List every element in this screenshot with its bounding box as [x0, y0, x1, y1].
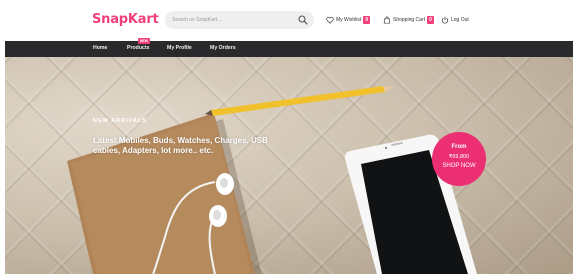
new-badge: NEW [138, 38, 150, 44]
logout-link[interactable]: Log Out [441, 14, 469, 26]
cart-count-badge: 0 [426, 16, 434, 24]
promo-price: ₹69,800 [448, 154, 470, 160]
hero-headline: Latest Mobiles, Buds, Watches, Charges, … [93, 136, 268, 155]
nav-item-products[interactable]: Products [127, 45, 149, 51]
shop-now-button[interactable]: SHOP NOW [432, 163, 486, 169]
top-header: SnapKart My Wishlist 0 Shopping Cart 0 L… [0, 0, 574, 41]
wishlist-link[interactable]: My Wishlist 0 [326, 14, 371, 26]
nav-item-my-profile[interactable]: My Profile [167, 45, 192, 51]
brand-logo[interactable]: SnapKart [92, 12, 159, 27]
search-input[interactable] [172, 11, 292, 29]
cart-label: Shopping Cart [393, 17, 425, 23]
power-icon [441, 16, 449, 24]
hero-eyebrow: NEW ARRIVALS [93, 118, 147, 124]
nav-item-home[interactable]: Home [93, 45, 107, 51]
hero-background-image [67, 86, 477, 274]
cart-link[interactable]: Shopping Cart 0 [383, 14, 434, 26]
hero-banner: NEW ARRIVALS Latest Mobiles, Buds, Watch… [5, 57, 573, 274]
search-icon[interactable] [298, 15, 308, 25]
heart-icon [326, 16, 334, 24]
nav-item-my-orders[interactable]: My Orders [210, 45, 236, 51]
search-bar [165, 11, 314, 29]
promo-from-label: From [451, 144, 467, 150]
main-nav: Home Products NEW My Profile My Orders [5, 38, 573, 57]
wishlist-count-badge: 0 [363, 16, 371, 24]
shopping-bag-icon [383, 16, 391, 24]
pencil-image [205, 86, 393, 116]
promo-badge[interactable]: From ₹69,800 SHOP NOW [432, 132, 486, 186]
wishlist-label: My Wishlist [336, 17, 362, 23]
logout-label: Log Out [451, 17, 469, 23]
